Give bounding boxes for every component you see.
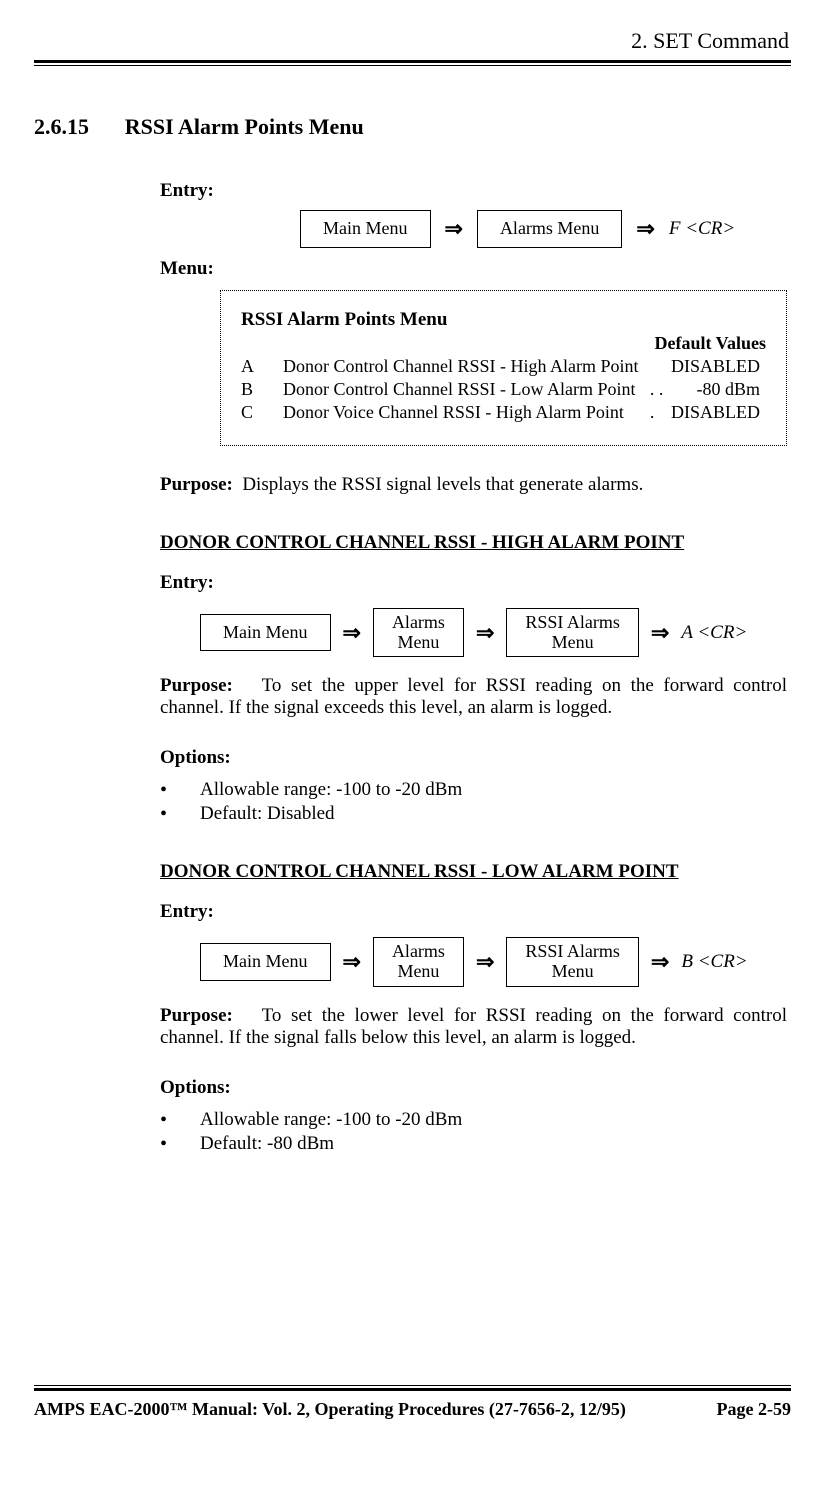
menu-value: DISABLED — [670, 356, 766, 379]
flow-box-alarms-menu: Alarms Menu — [373, 608, 464, 658]
purpose-block: Purpose: Displays the RSSI signal levels… — [160, 474, 787, 496]
flow-box-main-menu: Main Menu — [300, 210, 431, 248]
flow-box-line: RSSI Alarms — [525, 941, 620, 961]
menu-row: A Donor Control Channel RSSI - High Alar… — [241, 356, 766, 379]
footer-page: Page 2-59 — [717, 1399, 791, 1420]
page-footer: AMPS EAC-2000™ Manual: Vol. 2, Operating… — [34, 1385, 791, 1420]
menu-key: A — [241, 356, 283, 379]
entry-flow-sub2: Main Menu ⇒ Alarms Menu ⇒ RSSI Alarms Me… — [200, 937, 787, 987]
running-header: 2. SET Command — [34, 28, 791, 54]
menu-key: C — [241, 402, 283, 425]
flow-box-rssi-alarms-menu: RSSI Alarms Menu — [506, 608, 639, 658]
rule-thick — [34, 1388, 791, 1391]
subsection-heading: DONOR CONTROL CHANNEL RSSI - HIGH ALARM … — [160, 532, 787, 554]
flow-final-key: B <CR> — [681, 951, 747, 973]
purpose-text: To set the upper level for RSSI reading … — [160, 675, 787, 718]
menu-dots: . — [650, 402, 670, 425]
menu-desc: Donor Control Channel RSSI - Low Alarm P… — [283, 379, 650, 402]
footer-left: AMPS EAC-2000™ Manual: Vol. 2, Operating… — [34, 1399, 626, 1420]
menu-table: A Donor Control Channel RSSI - High Alar… — [241, 356, 766, 425]
arrow-icon: ⇒ — [636, 216, 654, 242]
options-label: Options: — [160, 1077, 231, 1098]
flow-box-line: Menu — [552, 961, 594, 981]
flow-box-line: Menu — [397, 632, 439, 652]
entry-label: Entry: — [160, 572, 214, 593]
entry-label: Entry: — [160, 180, 214, 201]
rule-thick — [34, 60, 791, 63]
menu-box: RSSI Alarm Points Menu Default Values A … — [220, 290, 787, 446]
flow-box-rssi-alarms-menu: RSSI Alarms Menu — [506, 937, 639, 987]
list-item: Allowable range: -100 to -20 dBm — [160, 1109, 787, 1131]
menu-dots — [650, 356, 670, 379]
entry-flow-top: Main Menu ⇒ Alarms Menu ⇒ F <CR> — [300, 210, 787, 248]
flow-box-line: Alarms — [392, 612, 445, 632]
menu-desc: Donor Control Channel RSSI - High Alarm … — [283, 356, 650, 379]
options-label: Options: — [160, 747, 231, 768]
flow-box-line: Menu — [397, 961, 439, 981]
menu-row: C Donor Voice Channel RSSI - High Alarm … — [241, 402, 766, 425]
flow-box-line: RSSI Alarms — [525, 612, 620, 632]
arrow-icon: ⇒ — [476, 620, 494, 646]
options-list: Allowable range: -100 to -20 dBm Default… — [160, 1109, 787, 1155]
flow-box-line: Alarms — [392, 941, 445, 961]
entry-label: Entry: — [160, 901, 214, 922]
arrow-icon: ⇒ — [476, 949, 494, 975]
menu-value: -80 dBm — [670, 379, 766, 402]
menu-value: DISABLED — [670, 402, 766, 425]
flow-box-alarms-menu: Alarms Menu — [373, 937, 464, 987]
arrow-icon: ⇒ — [343, 949, 361, 975]
subsection-heading: DONOR CONTROL CHANNEL RSSI - LOW ALARM P… — [160, 861, 787, 883]
purpose-label: Purpose: — [160, 474, 233, 495]
flow-box-alarms-menu: Alarms Menu — [477, 210, 622, 248]
menu-desc: Donor Voice Channel RSSI - High Alarm Po… — [283, 402, 650, 425]
menu-dots: . . — [650, 379, 670, 402]
rule-thin — [34, 65, 791, 66]
purpose-text: To set the lower level for RSSI reading … — [160, 1005, 787, 1048]
purpose-block: Purpose: To set the upper level for RSSI… — [160, 675, 787, 719]
purpose-label: Purpose: — [160, 1005, 233, 1026]
flow-final-key: A <CR> — [681, 622, 747, 644]
list-item: Default: Disabled — [160, 803, 787, 825]
arrow-icon: ⇒ — [343, 620, 361, 646]
arrow-icon: ⇒ — [445, 216, 463, 242]
menu-row: B Donor Control Channel RSSI - Low Alarm… — [241, 379, 766, 402]
rule-thin — [34, 1385, 791, 1386]
default-values-header: Default Values — [241, 333, 766, 354]
list-item: Allowable range: -100 to -20 dBm — [160, 779, 787, 801]
flow-box-line: Menu — [552, 632, 594, 652]
menu-key: B — [241, 379, 283, 402]
section-title: RSSI Alarm Points Menu — [125, 114, 364, 139]
arrow-icon: ⇒ — [651, 620, 669, 646]
options-list: Allowable range: -100 to -20 dBm Default… — [160, 779, 787, 825]
section-number: 2.6.15 — [34, 114, 120, 140]
purpose-text: Displays the RSSI signal levels that gen… — [242, 474, 643, 495]
entry-flow-sub1: Main Menu ⇒ Alarms Menu ⇒ RSSI Alarms Me… — [200, 608, 787, 658]
flow-box-main-menu: Main Menu — [200, 943, 331, 981]
flow-box-main-menu: Main Menu — [200, 614, 331, 652]
purpose-label: Purpose: — [160, 675, 233, 696]
menu-box-title: RSSI Alarm Points Menu — [241, 309, 766, 331]
flow-final-key: F <CR> — [669, 218, 735, 240]
menu-label: Menu: — [160, 258, 214, 279]
purpose-block: Purpose: To set the lower level for RSSI… — [160, 1005, 787, 1049]
arrow-icon: ⇒ — [651, 949, 669, 975]
list-item: Default: -80 dBm — [160, 1133, 787, 1155]
section-heading: 2.6.15 RSSI Alarm Points Menu — [34, 114, 791, 140]
